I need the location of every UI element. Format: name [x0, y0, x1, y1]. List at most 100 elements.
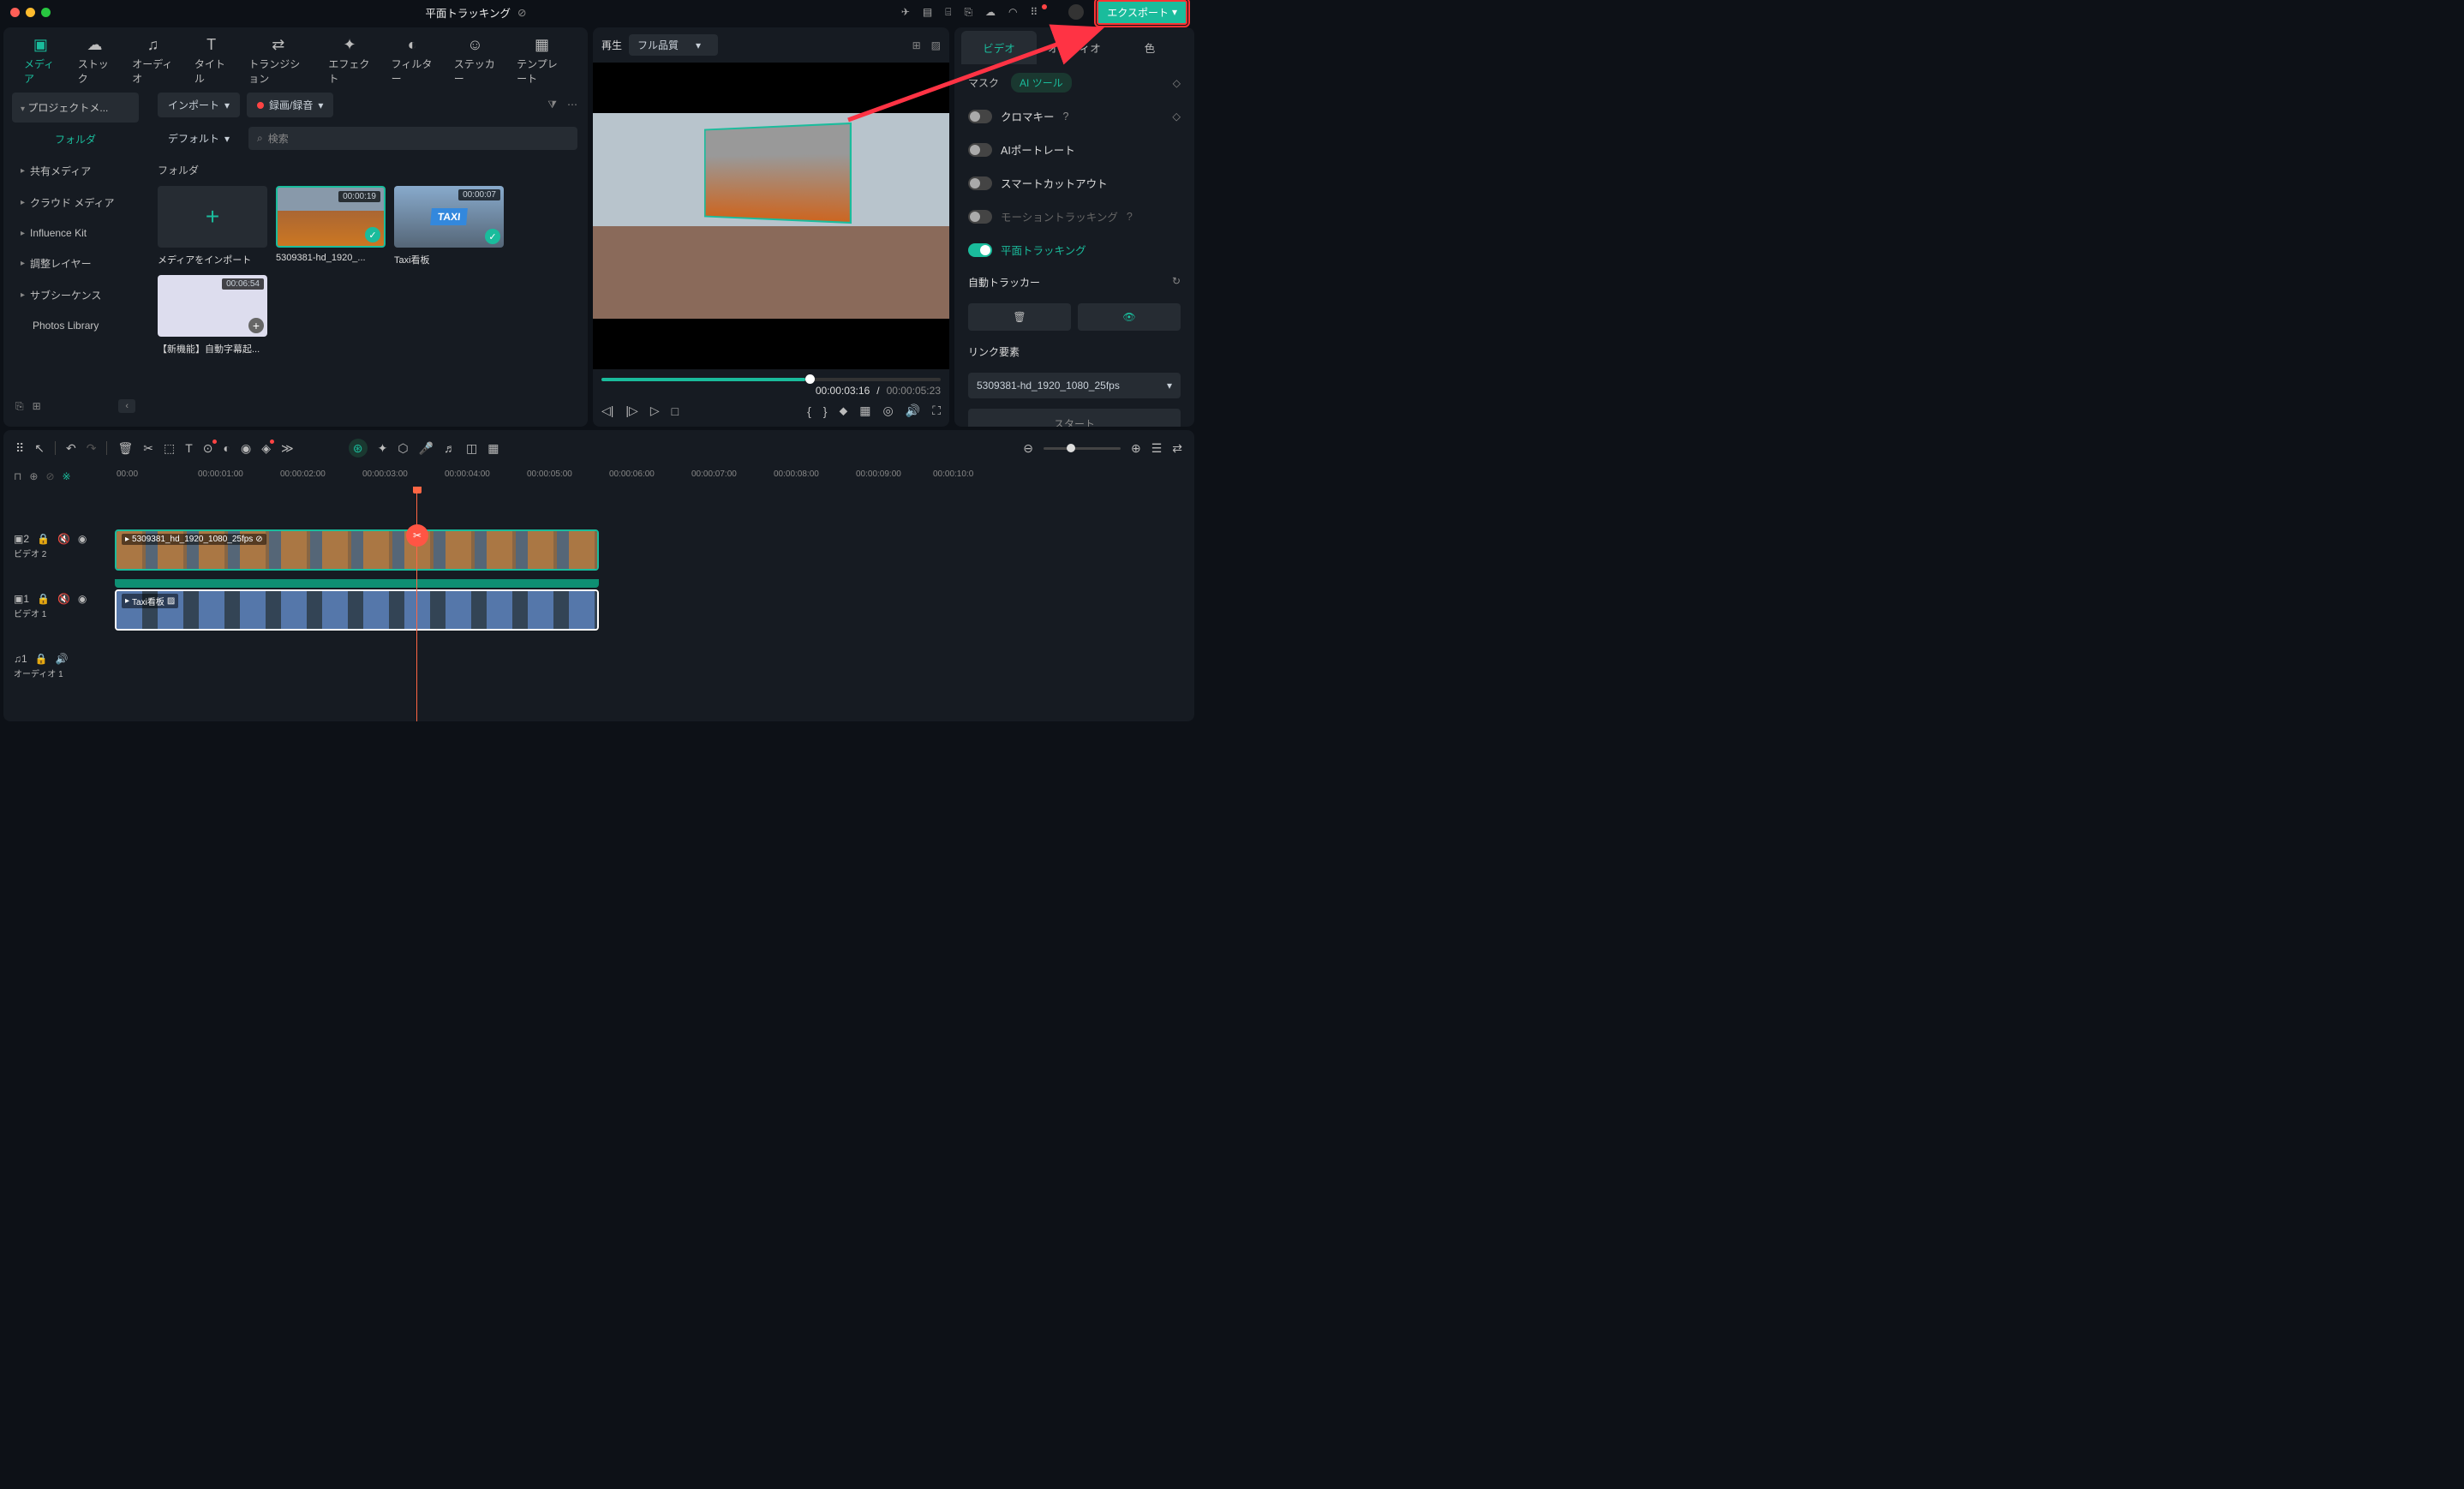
next-frame-icon[interactable]: |▷ [625, 404, 637, 418]
prev-frame-icon[interactable]: ◁| [601, 404, 613, 418]
cut-icon[interactable]: ✂ [143, 441, 153, 456]
prop-tab-audio[interactable]: オーディオ [1037, 31, 1112, 64]
apps-icon[interactable]: ⠿ [1031, 6, 1038, 18]
track-link-icon[interactable]: ⊘ [45, 470, 54, 482]
volume-icon[interactable]: 🔊 [906, 404, 920, 418]
delete-icon[interactable]: 🗑 [117, 441, 133, 456]
prop-cutout[interactable]: スマートカットアウト [968, 171, 1181, 194]
progress-thumb[interactable] [805, 374, 815, 384]
mute-icon[interactable]: 🔊 [56, 653, 69, 665]
more-tools-icon[interactable]: ≫ [281, 441, 294, 456]
more-icon[interactable]: ⋯ [567, 99, 577, 111]
bracket-open-icon[interactable]: { [807, 404, 811, 418]
tab-template[interactable]: ▦テンプレート [506, 36, 577, 86]
keyframe-icon[interactable]: ◈ [261, 441, 271, 456]
mic-icon[interactable]: 🎤 [419, 441, 434, 456]
maximize-window[interactable] [41, 8, 51, 17]
layout-icon[interactable]: ⠿ [15, 441, 24, 456]
gear-icon[interactable]: ✦ [378, 441, 388, 456]
minimize-window[interactable] [26, 8, 35, 17]
speed-icon[interactable]: ⊙ [203, 441, 213, 456]
calendar-icon[interactable]: ▦ [859, 404, 870, 418]
toggle-cutout[interactable] [968, 176, 992, 190]
grid-view-icon[interactable]: ⊞ [912, 39, 921, 51]
sidebar-item-cloud[interactable]: ▸クラウド メディア [12, 188, 139, 218]
mute-icon[interactable]: 🔇 [57, 533, 70, 545]
monitor-icon[interactable]: ⌸ [945, 6, 951, 19]
color-icon[interactable]: ◉ [241, 441, 251, 456]
prop-portrait[interactable]: AIポートレート [968, 138, 1181, 161]
zoom-slider[interactable] [1044, 447, 1121, 450]
list-icon[interactable]: ☰ [1151, 441, 1163, 456]
tab-stock[interactable]: ☁ストック [68, 36, 122, 86]
image-icon[interactable]: ▨ [931, 39, 941, 51]
text-icon[interactable]: T [185, 441, 193, 455]
diamond-icon[interactable]: ◇ [1173, 77, 1181, 89]
folder-add-icon[interactable]: ⊞ [33, 400, 41, 412]
eye-icon[interactable]: ◉ [78, 593, 87, 605]
diamond-icon[interactable]: ◇ [1172, 110, 1181, 123]
prop-tab-video[interactable]: ビデオ [961, 31, 1037, 64]
thumb-clip-2[interactable]: TAXI00:00:07✓ Taxi看板 [394, 186, 504, 266]
eye-icon[interactable]: ◉ [78, 533, 87, 545]
link-icon[interactable]: ⊕ [29, 470, 38, 482]
quality-select[interactable]: フル品質▾ [629, 34, 718, 56]
bin-icon[interactable]: ⎘ [15, 400, 24, 413]
switch-icon[interactable]: ⇄ [1172, 441, 1182, 456]
timeline-ruler[interactable]: 00:00 00:00:01:00 00:00:02:00 00:00:03:0… [115, 466, 1194, 487]
fullscreen-icon[interactable]: ⛶ [932, 404, 941, 418]
tab-effect[interactable]: ✦エフェクト [318, 36, 380, 86]
sidebar-item-photos[interactable]: Photos Library [12, 312, 139, 339]
playhead-handle[interactable] [413, 487, 422, 493]
sort-default[interactable]: デフォルト ▾ [158, 126, 240, 151]
tab-audio[interactable]: ♫オーディオ [122, 36, 184, 86]
snapshot-icon[interactable]: ◎ [883, 404, 894, 418]
headphones-icon[interactable]: ◠ [1008, 6, 1017, 18]
progress-bar[interactable] [601, 378, 941, 381]
refresh-icon[interactable]: ↻ [1172, 275, 1181, 290]
grid-icon[interactable]: ▦ [487, 441, 499, 456]
sidebar-item-adjust[interactable]: ▸調整レイヤー [12, 248, 139, 278]
send-icon[interactable]: ✈ [901, 6, 910, 18]
start-button[interactable]: スタート [968, 409, 1181, 427]
close-window[interactable] [10, 8, 20, 17]
delete-track-button[interactable]: 🗑 [968, 303, 1071, 331]
collapse-button[interactable]: ‹ [118, 399, 135, 413]
clip-video1[interactable]: ▸Taxi看板 ▨ [115, 589, 599, 631]
auto-icon[interactable]: ※ [63, 470, 71, 482]
prop-plane[interactable]: 平面トラッキング [968, 238, 1181, 261]
thumb-import[interactable]: + メディアをインポート [158, 186, 267, 266]
tab-title[interactable]: Tタイトル [184, 36, 238, 86]
redo-icon[interactable]: ↷ [87, 441, 97, 456]
show-track-button[interactable]: 👁 [1078, 303, 1181, 331]
marker-icon[interactable]: ⬥ [839, 404, 847, 418]
lock-icon[interactable]: 🔒 [35, 653, 48, 665]
thumb-clip-3[interactable]: 00:06:54+ 【新機能】自動字幕起... [158, 275, 267, 356]
sidebar-item-influence[interactable]: ▸Influence Kit [12, 219, 139, 247]
clip-audio-lane[interactable] [115, 579, 599, 588]
search-input[interactable]: ⌕ 検索 [248, 127, 577, 150]
export-button[interactable]: エクスポート ▾ [1097, 0, 1187, 25]
tab-sticker[interactable]: ☺ステッカー [444, 36, 506, 86]
music-icon[interactable]: ♬ [444, 441, 456, 455]
lock-icon[interactable]: 🔒 [37, 593, 50, 605]
clip-video2[interactable]: ▸5309381_hd_1920_1080_25fps ⊘ [115, 529, 599, 571]
sidebar-header[interactable]: ▾ プロジェクトメ... [12, 93, 139, 123]
shield-icon[interactable]: ⬡ [398, 441, 408, 456]
tracked-plane[interactable] [704, 123, 852, 224]
thumb-clip-1[interactable]: 00:00:19✓ 5309381-hd_1920_... [276, 186, 386, 266]
toggle-chroma[interactable] [968, 110, 992, 123]
mask-icon[interactable]: ◐ [224, 441, 230, 455]
preview-viewport[interactable] [593, 63, 949, 369]
ai-icon[interactable]: ⊛ [349, 439, 368, 457]
playhead[interactable] [416, 487, 417, 721]
zoom-out-icon[interactable]: ⊖ [1023, 441, 1033, 456]
tab-media[interactable]: ▣メディア [14, 36, 68, 86]
play-icon[interactable]: ▷ [650, 404, 660, 418]
import-button[interactable]: インポート ▾ [158, 93, 240, 117]
cloud-icon[interactable]: ☁ [985, 6, 996, 18]
sidebar-folder[interactable]: フォルダ [12, 124, 139, 154]
save-icon[interactable]: ⎘ [964, 6, 972, 19]
sidebar-item-subseq[interactable]: ▸サブシーケンス [12, 280, 139, 310]
toggle-portrait[interactable] [968, 143, 992, 157]
